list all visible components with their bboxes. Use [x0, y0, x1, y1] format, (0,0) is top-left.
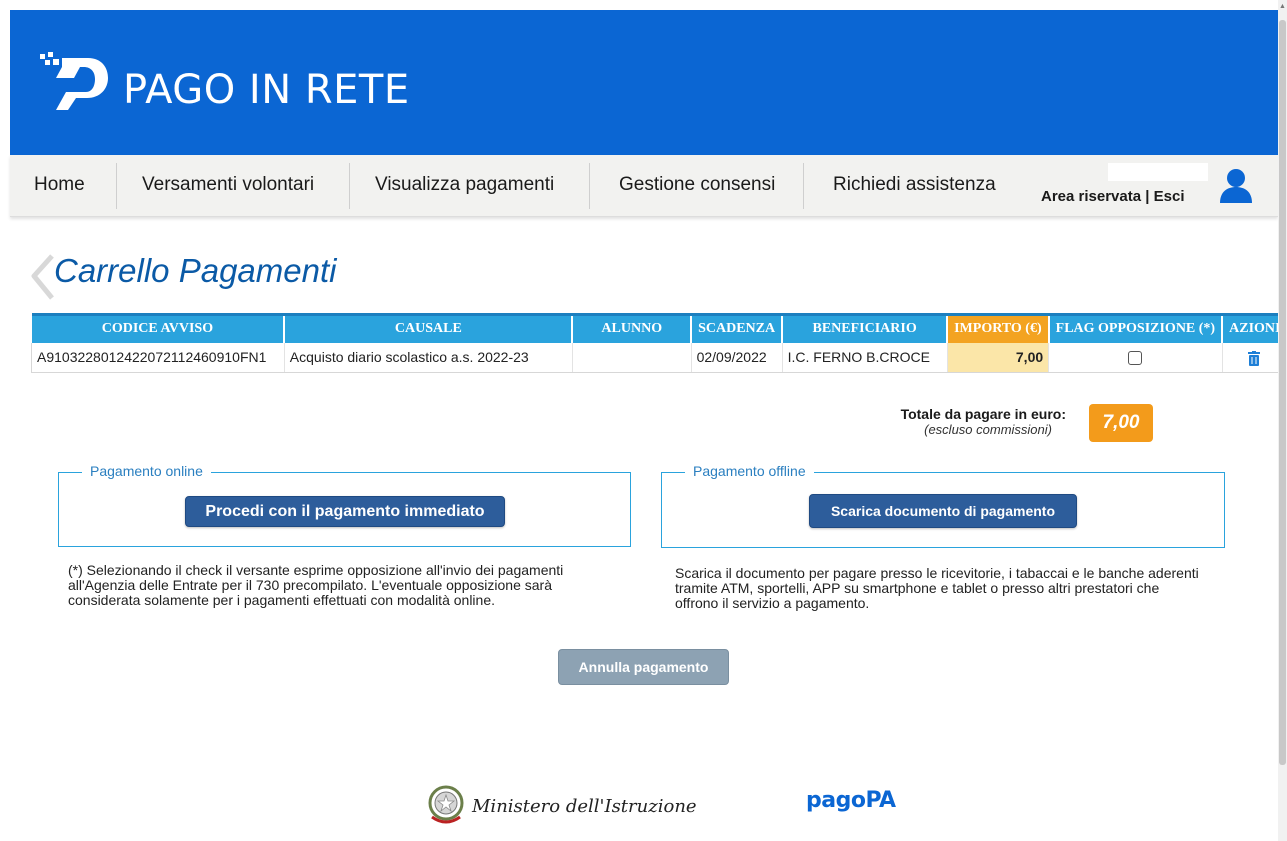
offline-payment-box: Pagamento offline Scarica documento di p…	[661, 463, 1225, 548]
offline-payment-legend: Pagamento offline	[685, 463, 814, 479]
col-scadenza: SCADENZA	[690, 313, 783, 343]
flag-opposizione-checkbox[interactable]	[1128, 351, 1143, 366]
nav-item-richiedi-assistenza[interactable]: Richiedi assistenza	[809, 155, 1020, 217]
user-name-placeholder	[1108, 163, 1208, 181]
col-importo: IMPORTO (€)	[946, 313, 1049, 343]
download-payment-document-button[interactable]: Scarica documento di pagamento	[809, 494, 1077, 528]
cell-flag-opposizione	[1048, 342, 1223, 373]
header: PAGO IN RETE	[10, 10, 1278, 155]
col-codice-avviso: CODICE AVVISO	[31, 313, 285, 343]
nav-item-visualizza-pagamenti[interactable]: Visualizza pagamenti	[351, 155, 578, 217]
col-azioni: AZIONI	[1221, 313, 1287, 343]
area-riservata-link[interactable]: Area riservata	[1041, 188, 1141, 205]
nav-separator	[116, 163, 117, 209]
col-alunno: ALUNNO	[571, 313, 692, 343]
cart-table: CODICE AVVISO CAUSALE ALUNNO SCADENZA BE…	[31, 313, 1287, 373]
col-beneficiario: BENEFICIARIO	[781, 313, 948, 343]
cell-codice-avviso: A9103228012422072112460910FN1	[31, 342, 285, 373]
nav-item-versamenti-volontari[interactable]: Versamenti volontari	[118, 155, 338, 217]
scrollbar-thumb[interactable]	[1279, 20, 1286, 765]
brand-title: PAGO IN RETE	[123, 67, 410, 113]
nav-separator	[589, 163, 590, 209]
italian-republic-emblem-icon	[428, 785, 464, 824]
main-nav: Home Versamenti volontari Visualizza pag…	[10, 155, 1278, 217]
nav-item-gestione-consensi[interactable]: Gestione consensi	[595, 155, 799, 217]
nav-separator	[349, 163, 350, 209]
nav-separator	[803, 163, 804, 209]
user-area: Area riservata | Esci	[1041, 188, 1184, 205]
nav-item-home[interactable]: Home	[10, 155, 109, 217]
scroll-up-icon[interactable]: ▲	[1279, 2, 1286, 12]
total-note: (escluso commissioni)	[924, 422, 1052, 437]
cell-importo: 7,00	[946, 342, 1049, 373]
nav-area-separator: |	[1145, 188, 1150, 205]
ministero-logo-text: Ministero dell'Istruzione	[472, 796, 697, 817]
online-payment-box: Pagamento online Procedi con il pagament…	[58, 463, 631, 547]
pagopa-logo: pagoPA	[806, 788, 896, 813]
online-payment-legend: Pagamento online	[82, 463, 211, 479]
offline-payment-note: Scarica il documento per pagare presso l…	[675, 565, 1199, 611]
col-flag-opposizione: FLAG OPPOSIZIONE (*)	[1047, 313, 1223, 343]
vertical-scrollbar[interactable]: ▲	[1278, 0, 1287, 841]
page-title: Carrello Pagamenti	[54, 252, 337, 289]
table-header-row: CODICE AVVISO CAUSALE ALUNNO SCADENZA BE…	[31, 313, 1287, 343]
pay-now-button[interactable]: Procedi con il pagamento immediato	[185, 496, 505, 527]
col-causale: CAUSALE	[283, 313, 573, 343]
online-payment-note: (*) Selezionando il check il versante es…	[68, 562, 564, 608]
cell-causale: Acquisto diario scolastico a.s. 2022-23	[283, 342, 573, 373]
cancel-payment-button[interactable]: Annulla pagamento	[558, 649, 729, 685]
esci-link[interactable]: Esci	[1154, 188, 1185, 205]
cell-azioni	[1221, 342, 1287, 373]
table-row: A9103228012422072112460910FN1 Acquisto d…	[31, 342, 1287, 373]
page: PAGO IN RETE Home Versamenti volontari V…	[0, 0, 1287, 841]
pago-in-rete-logo-icon	[40, 52, 108, 110]
user-icon[interactable]	[1218, 167, 1254, 203]
cell-scadenza: 02/09/2022	[690, 342, 783, 373]
cell-beneficiario: I.C. FERNO B.CROCE	[781, 342, 948, 373]
cell-alunno	[571, 342, 692, 373]
trash-icon[interactable]	[1248, 350, 1261, 366]
total-label: Totale da pagare in euro:	[900, 406, 1066, 422]
total-amount-badge: 7,00	[1089, 404, 1153, 442]
